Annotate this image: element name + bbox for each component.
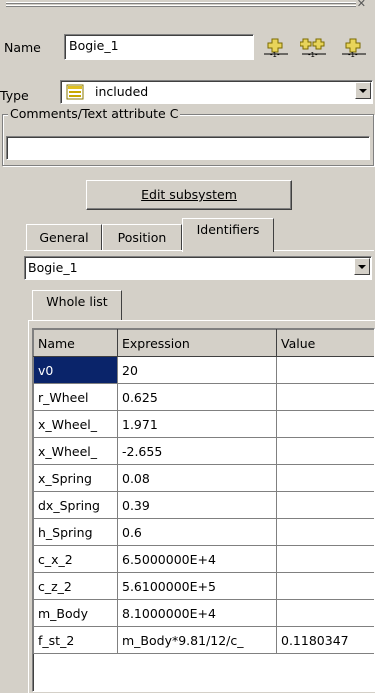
cell-name[interactable]: dx_Spring	[34, 492, 118, 519]
identifiers-table-container: Name Expression Value v020r_Wheel0.625x_…	[32, 328, 375, 692]
table-row[interactable]: v020	[34, 357, 375, 384]
add-nodes-button[interactable]: -1-	[300, 36, 328, 58]
cell-name[interactable]: v0	[34, 357, 118, 384]
name-label: Name	[4, 40, 41, 55]
table-row[interactable]: c_x_26.5000000E+4	[34, 546, 375, 573]
cell-value[interactable]	[277, 465, 375, 492]
cell-name[interactable]: c_x_2	[34, 546, 118, 573]
add-node-button-2[interactable]: -1-	[340, 36, 375, 58]
add-node-button[interactable]: -1-	[262, 36, 290, 58]
column-header-name[interactable]: Name	[34, 330, 118, 357]
cell-expression[interactable]: -2.655	[118, 438, 277, 465]
table-row[interactable]: m_Body8.1000000E+4	[34, 600, 375, 627]
type-label: Type	[0, 88, 29, 103]
cell-expression[interactable]: 8.1000000E+4	[118, 600, 277, 627]
tab-position[interactable]: Position	[102, 224, 182, 250]
chevron-down-icon[interactable]	[354, 258, 370, 275]
cell-expression[interactable]: m_Body*9.81/12/c_	[118, 627, 277, 654]
cell-expression[interactable]: 20	[118, 357, 277, 384]
cell-name[interactable]: f_st_2	[34, 627, 118, 654]
table-header-row: Name Expression Value	[34, 330, 375, 357]
table-row[interactable]: f_st_2m_Body*9.81/12/c_0.1180347	[34, 627, 375, 654]
comments-label: Comments/Text attribute C	[8, 106, 180, 121]
add-node-icon: -1-	[262, 36, 290, 58]
svg-text:-1-: -1-	[348, 51, 358, 58]
cell-value[interactable]	[277, 438, 375, 465]
chevron-down-icon[interactable]	[355, 82, 371, 99]
type-value: included	[95, 84, 148, 99]
cell-name[interactable]: m_Body	[34, 600, 118, 627]
cell-name[interactable]: x_Wheel_	[34, 438, 118, 465]
add-nodes-icon: -1-	[300, 36, 328, 58]
cell-value[interactable]	[277, 519, 375, 546]
svg-text:-1-: -1-	[308, 51, 318, 58]
subsystem-type-icon	[66, 84, 84, 103]
table-row[interactable]: x_Spring0.08	[34, 465, 375, 492]
cell-name[interactable]: r_Wheel	[34, 384, 118, 411]
cell-expression[interactable]: 0.08	[118, 465, 277, 492]
cell-expression[interactable]: 6.5000000E+4	[118, 546, 277, 573]
subsystem-select[interactable]: Bogie_1	[24, 256, 372, 280]
table-row[interactable]: x_Wheel_-2.655	[34, 438, 375, 465]
type-select[interactable]: included	[60, 80, 373, 104]
cell-expression[interactable]: 0.625	[118, 384, 277, 411]
column-header-value[interactable]: Value	[277, 330, 375, 357]
table-row[interactable]: x_Wheel_1.971	[34, 411, 375, 438]
cell-name[interactable]: h_Spring	[34, 519, 118, 546]
tab-general[interactable]: General	[26, 224, 102, 250]
close-icon[interactable]: ✕	[357, 0, 366, 10]
table-row[interactable]: c_z_25.6100000E+5	[34, 573, 375, 600]
cell-value[interactable]	[277, 384, 375, 411]
edit-subsystem-label: Edit subsystem	[141, 187, 237, 202]
cell-value[interactable]	[277, 357, 375, 384]
comments-input[interactable]	[6, 136, 370, 160]
tab-whole-list[interactable]: Whole list	[32, 290, 122, 320]
cell-expression[interactable]: 0.39	[118, 492, 277, 519]
cell-name[interactable]: c_z_2	[34, 573, 118, 600]
cell-value[interactable]: 0.1180347	[277, 627, 375, 654]
cell-name[interactable]: x_Wheel_	[34, 411, 118, 438]
cell-expression[interactable]: 0.6	[118, 519, 277, 546]
cell-value[interactable]	[277, 411, 375, 438]
svg-text:-1-: -1-	[270, 51, 280, 58]
subsystem-select-value: Bogie_1	[28, 260, 78, 275]
tab-identifiers[interactable]: Identifiers	[182, 218, 274, 252]
name-input[interactable]: Bogie_1	[64, 34, 254, 60]
cell-name[interactable]: x_Spring	[34, 465, 118, 492]
cell-expression[interactable]: 5.6100000E+5	[118, 573, 277, 600]
table-row[interactable]: dx_Spring0.39	[34, 492, 375, 519]
cell-value[interactable]	[277, 573, 375, 600]
column-header-expression[interactable]: Expression	[118, 330, 277, 357]
identifiers-table: Name Expression Value v020r_Wheel0.625x_…	[33, 329, 375, 654]
cell-value[interactable]	[277, 600, 375, 627]
table-row[interactable]: h_Spring0.6	[34, 519, 375, 546]
add-node-icon: -1-	[340, 36, 368, 58]
edit-subsystem-button[interactable]: Edit subsystem	[86, 180, 292, 210]
cell-value[interactable]	[277, 492, 375, 519]
cell-value[interactable]	[277, 546, 375, 573]
table-row[interactable]: r_Wheel0.625	[34, 384, 375, 411]
panel-grip[interactable]: ✕	[6, 0, 366, 10]
cell-expression[interactable]: 1.971	[118, 411, 277, 438]
